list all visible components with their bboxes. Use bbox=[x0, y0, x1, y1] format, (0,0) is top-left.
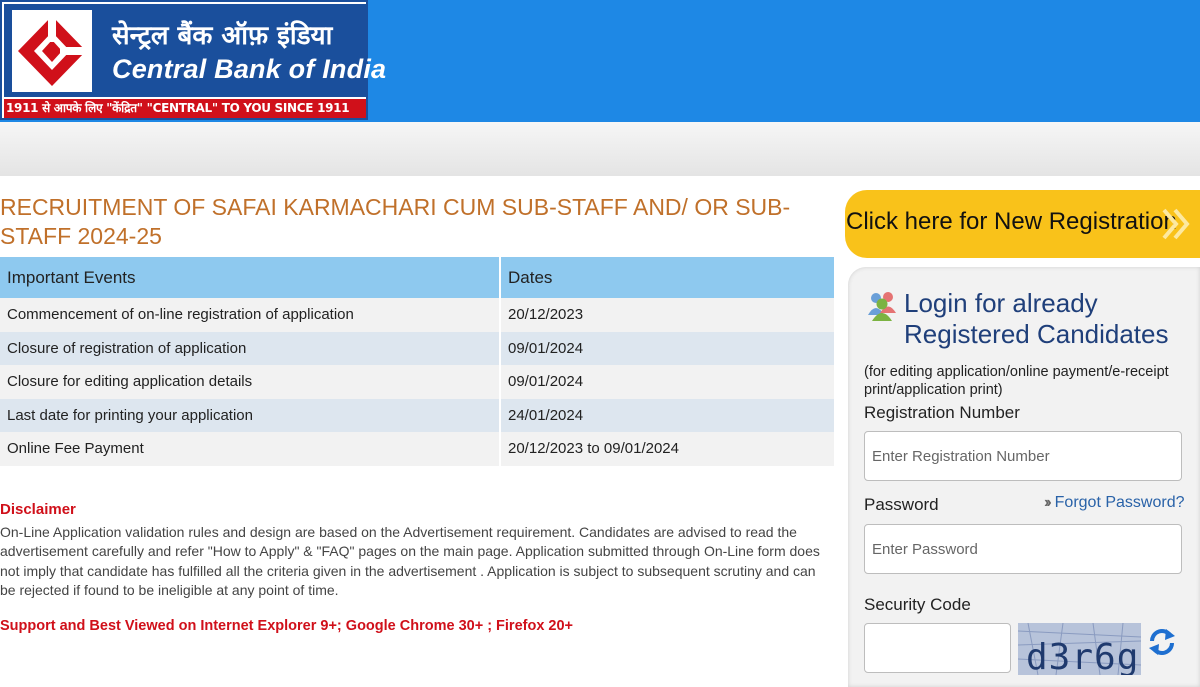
double-chevron-icon: ›› bbox=[1044, 494, 1051, 511]
new-registration-button[interactable]: Click here for New Registration bbox=[845, 190, 1200, 258]
date-cell: 09/01/2024 bbox=[500, 331, 834, 365]
disclaimer-text: On-Line Application validation rules and… bbox=[0, 524, 820, 598]
disclaimer-heading: Disclaimer bbox=[0, 501, 76, 518]
password-input[interactable] bbox=[864, 524, 1182, 574]
users-icon bbox=[868, 292, 896, 321]
bank-tagline: 1911 से आपके लिए "केंद्रित" "CENTRAL" TO… bbox=[4, 99, 366, 118]
table-row: Commencement of on-line registration of … bbox=[0, 298, 834, 332]
event-cell: Online Fee Payment bbox=[0, 432, 501, 466]
captcha-text: d3r6g bbox=[1026, 637, 1139, 675]
security-code-input[interactable] bbox=[864, 623, 1011, 673]
header-subbar bbox=[0, 122, 1200, 176]
date-cell: 09/01/2024 bbox=[500, 365, 834, 399]
table-header-row: Important Events Dates bbox=[0, 257, 834, 298]
login-title: Login for already Registered Candidates bbox=[904, 288, 1169, 349]
password-label: Password bbox=[864, 495, 939, 514]
column-header-events: Important Events bbox=[0, 257, 501, 298]
login-subtitle: (for editing application/online payment/… bbox=[864, 364, 1169, 398]
bank-name-english: Central Bank of India bbox=[112, 54, 387, 84]
important-events-table: Important Events Dates Commencement of o… bbox=[0, 257, 834, 466]
double-chevron-right-icon bbox=[1162, 208, 1190, 240]
event-cell: Closure of registration of application bbox=[0, 331, 501, 365]
refresh-icon[interactable] bbox=[1148, 627, 1176, 657]
table-row: Last date for printing your application … bbox=[0, 398, 834, 432]
captcha-image: d3r6g bbox=[1018, 623, 1141, 675]
event-cell: Last date for printing your application bbox=[0, 398, 501, 432]
bank-emblem-icon bbox=[12, 10, 92, 92]
bank-logo[interactable]: सेन्ट्रल बैंक ऑफ़ इंडिया Central Bank of… bbox=[0, 0, 386, 120]
forgot-password-link[interactable]: ›› Forgot Password? bbox=[1044, 494, 1185, 512]
security-code-label: Security Code bbox=[864, 595, 971, 614]
registration-number-input[interactable] bbox=[864, 431, 1182, 481]
date-cell: 20/12/2023 bbox=[500, 298, 834, 332]
table-row: Closure for editing application details … bbox=[0, 365, 834, 399]
date-cell: 24/01/2024 bbox=[500, 398, 834, 432]
bank-name-hindi: सेन्ट्रल बैंक ऑफ़ इंडिया bbox=[112, 21, 333, 51]
browser-support-note: Support and Best Viewed on Internet Expl… bbox=[0, 618, 574, 634]
registration-number-label: Registration Number bbox=[864, 403, 1020, 422]
logo-banner: सेन्ट्रल बैंक ऑफ़ इंडिया Central Bank of… bbox=[4, 4, 386, 97]
site-header: सेन्ट्रल बैंक ऑफ़ इंडिया Central Bank of… bbox=[0, 0, 1200, 122]
forgot-password-label: Forgot Password? bbox=[1054, 494, 1185, 511]
column-header-dates: Dates bbox=[500, 257, 834, 298]
table-row: Online Fee Payment 20/12/2023 to 09/01/2… bbox=[0, 432, 834, 466]
table-row: Closure of registration of application 0… bbox=[0, 331, 834, 365]
date-cell: 20/12/2023 to 09/01/2024 bbox=[500, 432, 834, 466]
page-title: RECRUITMENT OF SAFAI KARMACHARI CUM SUB-… bbox=[0, 194, 791, 249]
event-cell: Closure for editing application details bbox=[0, 365, 501, 399]
event-cell: Commencement of on-line registration of … bbox=[0, 298, 501, 332]
new-registration-label: Click here for New Registration bbox=[846, 208, 1177, 235]
